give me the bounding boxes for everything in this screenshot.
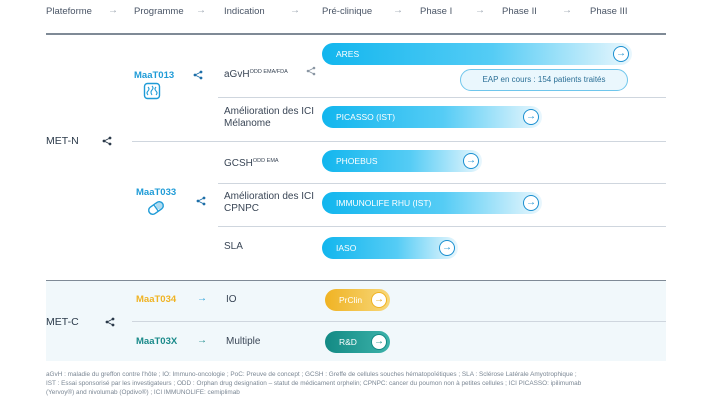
header-programme: Programme	[134, 6, 184, 17]
share-icon	[193, 70, 203, 80]
arrow-right-icon[interactable]: →	[523, 109, 539, 125]
bar-picasso[interactable]: PICASSO (IST) →	[322, 106, 542, 128]
share-icon	[306, 66, 316, 76]
header-plateforme: Plateforme	[46, 6, 92, 17]
header-indication: Indication	[224, 6, 265, 17]
header-arrow-icon: →	[290, 5, 300, 16]
arrow-right-icon[interactable]: →	[613, 46, 629, 62]
indication-ici-cpnpc: Amélioration des ICI CPNPC	[224, 191, 315, 214]
header-phase-1: Phase I	[420, 6, 453, 17]
header-preclinique: Pré-clinique	[322, 6, 373, 17]
header-arrow-icon: →	[108, 5, 118, 16]
header-phase-3: Phase III	[590, 6, 628, 17]
header-phase-2: Phase II	[502, 6, 537, 17]
arrow-right-icon[interactable]: →	[439, 240, 455, 256]
program-maat013: MaaT013	[134, 70, 175, 81]
bar-ares[interactable]: ARES →	[322, 43, 632, 65]
platform-met-c: MET-C	[46, 316, 79, 328]
header-arrow-icon: →	[393, 5, 403, 16]
share-icon	[196, 196, 206, 206]
share-icon	[102, 136, 112, 146]
indication-ici-melanome: Amélioration des ICI Mélanome	[224, 106, 315, 129]
footnote: aGvH : maladie du greffon contre l'hôte …	[46, 371, 582, 396]
header-arrow-icon: →	[475, 5, 485, 16]
arrow-right-icon[interactable]: →	[371, 292, 387, 308]
eap-badge: EAP en cours : 154 patients traités	[460, 69, 628, 91]
pill-rd[interactable]: R&D →	[325, 331, 390, 353]
pill-preclin[interactable]: PrClin →	[325, 289, 390, 311]
row-divider	[132, 321, 666, 322]
pill-preclin-label: PrClin	[339, 295, 363, 305]
capsule-icon	[148, 201, 164, 215]
indication-multiple: Multiple	[226, 336, 261, 347]
bar-ares-label: ARES	[336, 49, 360, 59]
header-arrow-icon: →	[196, 5, 206, 16]
bar-immunolife-label: IMMUNOLIFE RHU (IST)	[336, 198, 432, 208]
bar-iaso[interactable]: IASO →	[322, 237, 458, 259]
bar-phoebus[interactable]: PHOEBUS →	[322, 150, 482, 172]
bar-phoebus-label: PHOEBUS	[336, 156, 378, 166]
arrow-right-icon[interactable]: →	[463, 153, 479, 169]
bar-iaso-label: IASO	[336, 243, 357, 253]
pill-rd-label: R&D	[339, 337, 357, 347]
share-icon	[105, 317, 115, 327]
indication-gcsh: GCSHODD EMA	[224, 158, 279, 169]
arrow-right-icon[interactable]: →	[523, 195, 539, 211]
arrow-right-icon: →	[197, 293, 207, 304]
header-arrow-icon: →	[562, 5, 572, 16]
row-divider	[218, 183, 666, 184]
program-maat03x: MaaT03X	[136, 336, 178, 347]
program-maat034: MaaT034	[136, 294, 177, 305]
row-divider	[218, 226, 666, 227]
bar-picasso-label: PICASSO (IST)	[336, 112, 396, 122]
row-divider	[218, 97, 666, 98]
arrow-right-icon[interactable]: →	[371, 334, 387, 350]
program-maat033: MaaT033	[136, 187, 177, 198]
indication-agvh: aGvHODD EMA/FDA	[224, 69, 288, 80]
microbiome-icon	[143, 82, 161, 100]
top-divider	[46, 33, 666, 35]
indication-io: IO	[226, 294, 237, 305]
platform-met-n: MET-N	[46, 135, 79, 147]
indication-sla: SLA	[224, 241, 243, 252]
arrow-right-icon: →	[197, 335, 207, 346]
row-divider	[132, 141, 666, 142]
bar-immunolife[interactable]: IMMUNOLIFE RHU (IST) →	[322, 192, 542, 214]
